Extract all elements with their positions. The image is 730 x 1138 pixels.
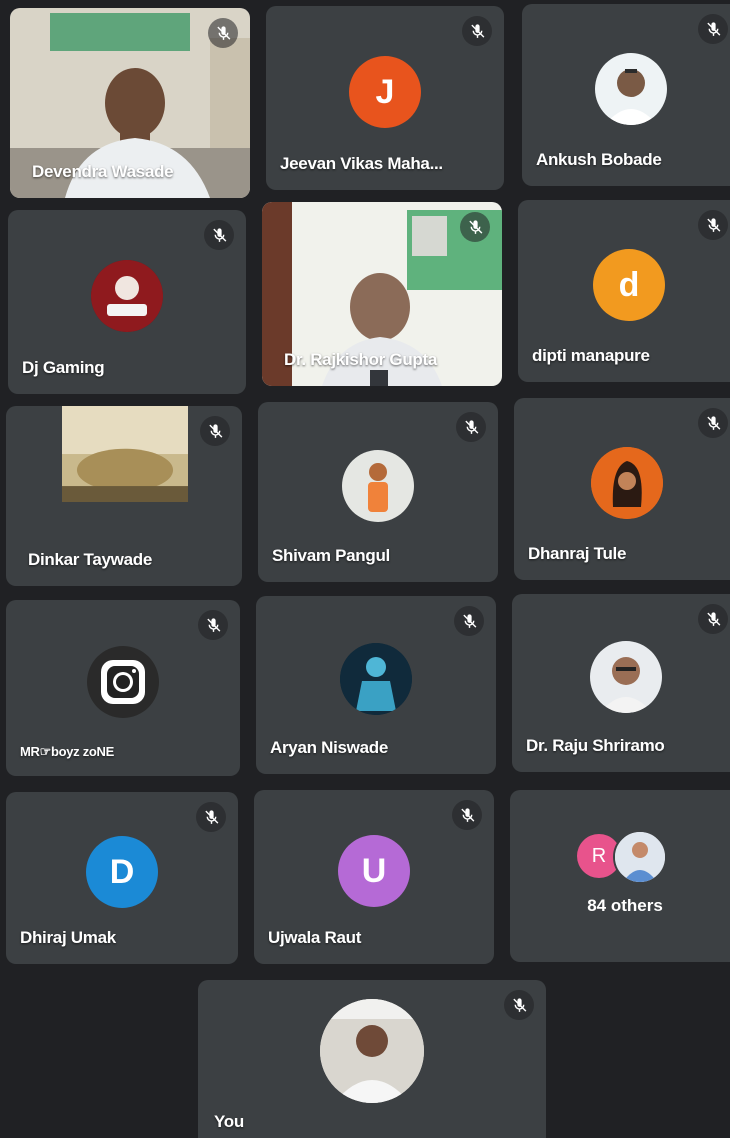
others-tile[interactable]: R 84 others — [510, 790, 730, 962]
participant-video — [62, 406, 188, 503]
participant-name: Ankush Bobade — [536, 150, 662, 169]
mic-off-icon — [462, 16, 492, 46]
mic-off-icon — [456, 412, 486, 442]
participant-avatar — [87, 646, 159, 718]
participant-name: MR☞boyz zoNE — [20, 744, 114, 759]
participant-name: Shivam Pangul — [272, 546, 390, 565]
participant-tile[interactable]: D Dhiraj Umak — [6, 792, 238, 964]
participant-avatar: D — [86, 836, 158, 908]
participant-avatar — [595, 53, 667, 125]
participant-name: Aryan Niswade — [270, 738, 388, 757]
mic-off-icon — [698, 14, 728, 44]
participant-tile[interactable]: U Ujwala Raut — [254, 790, 494, 964]
participant-avatar: d — [593, 249, 665, 321]
participant-name: Dr. Rajkishor Gupta — [284, 350, 438, 369]
mic-off-icon — [196, 802, 226, 832]
others-avatar-photo — [613, 830, 667, 884]
participant-name: Dr. Raju Shriramo — [526, 736, 665, 755]
participant-tile[interactable]: Dr. Raju Shriramo — [512, 594, 730, 772]
mic-off-icon — [698, 408, 728, 438]
mic-off-icon — [198, 610, 228, 640]
participant-name: Dhanraj Tule — [528, 544, 627, 563]
mic-off-icon — [204, 220, 234, 250]
mic-off-icon — [460, 212, 490, 242]
participant-name: Devendra Wasade — [32, 162, 174, 181]
mic-off-icon — [504, 990, 534, 1020]
mic-off-icon — [454, 606, 484, 636]
participant-name: dipti manapure — [532, 346, 650, 365]
participant-tile[interactable]: Devendra Wasade — [10, 8, 250, 198]
mic-off-icon — [200, 416, 230, 446]
participant-name: Ujwala Raut — [268, 928, 362, 947]
participant-tile[interactable]: MR☞boyz zoNE — [6, 600, 240, 776]
participant-name: Dinkar Taywade — [28, 550, 152, 569]
participant-avatar — [91, 260, 163, 332]
participant-name: Dhiraj Umak — [20, 928, 116, 947]
self-name: You — [214, 1112, 244, 1131]
self-tile[interactable]: You — [198, 980, 546, 1138]
participant-tile[interactable]: Dr. Rajkishor Gupta — [262, 202, 502, 386]
others-count: 84 others — [587, 896, 663, 915]
participant-tile[interactable]: Aryan Niswade — [256, 596, 496, 774]
mic-off-icon — [208, 18, 238, 48]
participant-avatar: U — [338, 835, 410, 907]
participant-tile[interactable]: J Jeevan Vikas Maha... — [266, 6, 504, 190]
participant-avatar — [591, 447, 663, 519]
participant-avatar — [590, 641, 662, 713]
participant-avatar: J — [349, 56, 421, 128]
participant-avatar — [340, 643, 412, 715]
participant-name: Jeevan Vikas Maha... — [280, 154, 443, 173]
others-avatars: R — [577, 830, 673, 884]
mic-off-icon — [452, 800, 482, 830]
participant-tile[interactable]: Shivam Pangul — [258, 402, 498, 582]
participant-tile[interactable]: Dhanraj Tule — [514, 398, 730, 580]
mic-off-icon — [698, 604, 728, 634]
participant-avatar — [342, 450, 414, 522]
participant-tile[interactable]: Dinkar Taywade — [6, 406, 242, 586]
participant-tile[interactable]: d dipti manapure — [518, 200, 730, 382]
participant-tile[interactable]: Ankush Bobade — [522, 4, 730, 186]
participant-name: Dj Gaming — [22, 358, 105, 377]
participant-tile[interactable]: Dj Gaming — [8, 210, 246, 394]
mic-off-icon — [698, 210, 728, 240]
self-avatar — [320, 999, 424, 1103]
